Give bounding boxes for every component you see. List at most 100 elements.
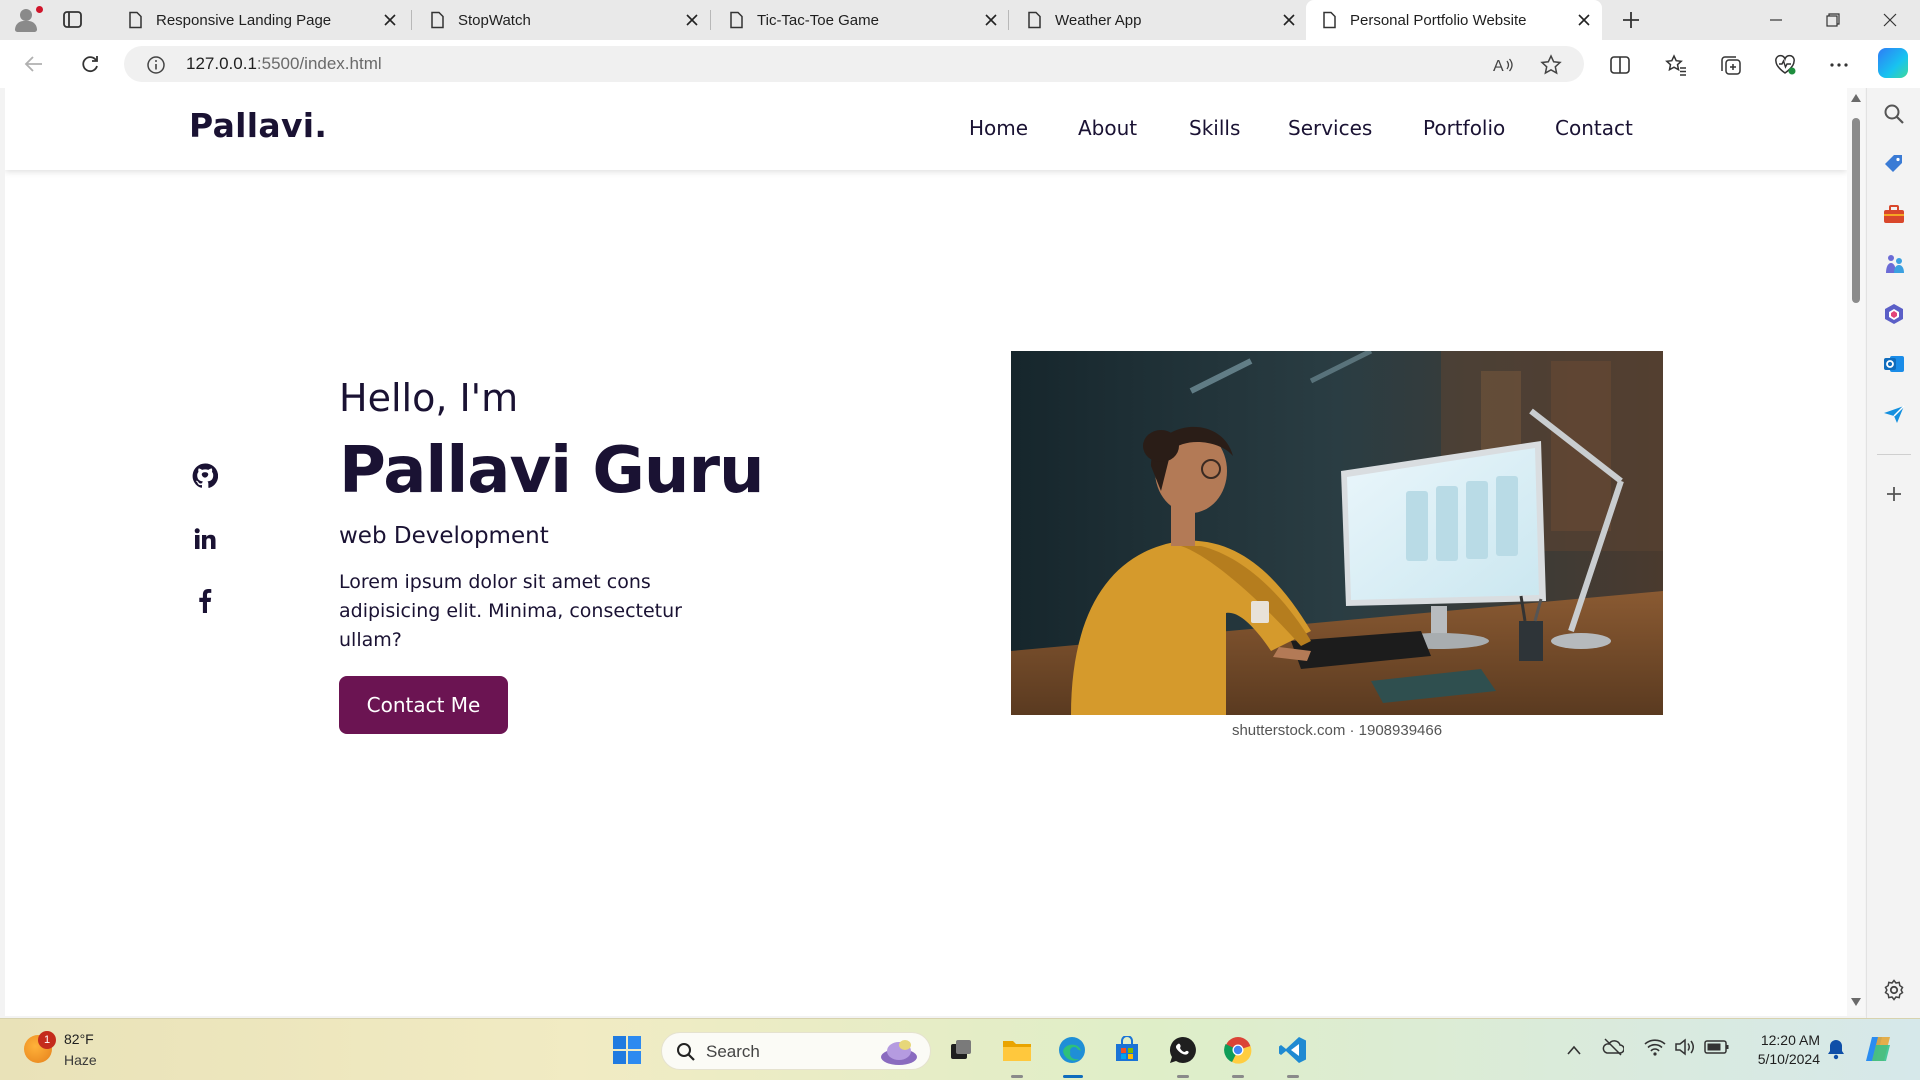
- nav-about[interactable]: About: [1078, 116, 1137, 140]
- nav-skills[interactable]: Skills: [1189, 116, 1240, 140]
- running-indicator: [1287, 1075, 1299, 1078]
- start-windows-icon[interactable]: [609, 1032, 645, 1068]
- weather-badge: 1: [38, 1031, 56, 1049]
- weather-condition[interactable]: Haze: [64, 1052, 97, 1068]
- close-window-icon[interactable]: [1862, 0, 1918, 40]
- weather-temperature[interactable]: 82°F: [64, 1031, 94, 1047]
- profile-avatar-icon[interactable]: [12, 6, 43, 34]
- copilot-preview-icon[interactable]: [1864, 1035, 1894, 1067]
- url-text[interactable]: 127.0.0.1:5500/index.html: [186, 54, 382, 74]
- volume-icon[interactable]: [1674, 1037, 1696, 1061]
- restore-icon[interactable]: [1805, 0, 1861, 40]
- taskbar-search[interactable]: Search: [661, 1032, 931, 1070]
- tab-title: Personal Portfolio Website: [1350, 11, 1527, 29]
- onedrive-offline-icon[interactable]: [1602, 1037, 1625, 1061]
- hero-description: Lorem ipsum dolor sit amet cons adipisic…: [339, 571, 682, 651]
- close-icon[interactable]: [380, 10, 400, 30]
- edge-browser-icon[interactable]: [1054, 1032, 1090, 1068]
- task-view-icon[interactable]: [943, 1032, 979, 1068]
- site-info-icon[interactable]: [146, 55, 166, 79]
- microsoft-365-icon[interactable]: [1882, 302, 1906, 326]
- refresh-icon[interactable]: [76, 50, 104, 78]
- tab-responsive-landing-page[interactable]: Responsive Landing Page: [112, 2, 408, 38]
- settings-gear-icon[interactable]: [1882, 978, 1906, 1002]
- hero-greeting: Hello, I'm: [339, 376, 519, 420]
- scrollbar-thumb[interactable]: [1852, 118, 1860, 303]
- tab-title: Tic-Tac-Toe Game: [757, 11, 879, 29]
- games-icon[interactable]: [1882, 252, 1906, 276]
- microsoft-store-icon[interactable]: [1109, 1032, 1145, 1068]
- wifi-icon[interactable]: [1644, 1037, 1666, 1061]
- tab-separator: [411, 10, 412, 30]
- running-indicator: [1177, 1075, 1189, 1078]
- collections-icon[interactable]: [1719, 53, 1743, 77]
- running-indicator: [1011, 1075, 1023, 1078]
- tab-weather-app[interactable]: Weather App: [1011, 2, 1307, 38]
- url-path: :5500/index.html: [256, 54, 382, 73]
- page-icon: [428, 11, 446, 29]
- address-bar[interactable]: 127.0.0.1:5500/index.html A: [124, 46, 1584, 82]
- shopping-tag-icon[interactable]: [1882, 152, 1906, 176]
- linkedin-icon[interactable]: [191, 525, 219, 553]
- tab-separator: [710, 10, 711, 30]
- close-icon[interactable]: [1279, 10, 1299, 30]
- search-highlight-icon: [881, 1040, 917, 1065]
- site-logo[interactable]: Pallavi.: [189, 106, 327, 145]
- running-indicator: [1232, 1075, 1244, 1078]
- browser-essentials-icon[interactable]: [1773, 53, 1797, 77]
- nav-portfolio[interactable]: Portfolio: [1423, 116, 1505, 140]
- clock-date: 5/10/2024: [1757, 1051, 1820, 1067]
- search-icon[interactable]: [1882, 102, 1906, 126]
- contact-me-button[interactable]: Contact Me: [339, 676, 508, 734]
- close-icon[interactable]: [1574, 10, 1594, 30]
- favorite-star-icon[interactable]: [1540, 54, 1562, 76]
- taskbar-search-label: Search: [706, 1042, 760, 1061]
- image-watermark: shutterstock.com · 1908939466: [1231, 722, 1443, 739]
- whatsapp-icon[interactable]: [1165, 1032, 1201, 1068]
- nav-contact[interactable]: Contact: [1555, 116, 1633, 140]
- facebook-icon[interactable]: [191, 587, 219, 615]
- split-screen-icon[interactable]: [1608, 53, 1632, 77]
- close-icon[interactable]: [682, 10, 702, 30]
- read-aloud-icon[interactable]: A: [1492, 54, 1514, 76]
- nav-home[interactable]: Home: [969, 116, 1028, 140]
- minimize-icon[interactable]: [1748, 0, 1804, 40]
- svg-text:A: A: [1493, 58, 1504, 75]
- vscode-icon[interactable]: [1275, 1032, 1311, 1068]
- nav-services[interactable]: Services: [1288, 116, 1372, 140]
- tab-title: StopWatch: [458, 11, 531, 29]
- back-icon[interactable]: [20, 50, 48, 78]
- tools-icon[interactable]: [1882, 202, 1906, 226]
- tab-personal-portfolio[interactable]: Personal Portfolio Website: [1306, 0, 1602, 40]
- notification-bell-icon[interactable]: [1826, 1038, 1846, 1064]
- battery-icon[interactable]: [1704, 1038, 1730, 1060]
- tab-title: Responsive Landing Page: [156, 11, 332, 29]
- clock-time: 12:20 AM: [1760, 1032, 1820, 1048]
- copilot-icon[interactable]: [1878, 48, 1908, 78]
- page-icon: [1320, 11, 1338, 29]
- taskbar-clock[interactable]: 12:20 AM 5/10/2024: [1742, 1031, 1820, 1069]
- outlook-icon[interactable]: [1882, 352, 1906, 376]
- scroll-up-icon[interactable]: [1851, 94, 1861, 102]
- page-icon: [727, 11, 745, 29]
- github-icon[interactable]: [191, 462, 219, 490]
- close-icon[interactable]: [981, 10, 1001, 30]
- tab-title: Weather App: [1055, 11, 1142, 29]
- tab-stopwatch[interactable]: StopWatch: [414, 2, 710, 38]
- site-header: Pallavi. Home About Skills Services Port…: [5, 88, 1847, 170]
- tab-actions-icon[interactable]: [62, 10, 84, 30]
- favorites-icon[interactable]: [1664, 53, 1688, 77]
- new-tab-icon[interactable]: [1619, 8, 1643, 32]
- page-scrollbar[interactable]: [1847, 88, 1865, 1016]
- more-options-icon[interactable]: [1827, 53, 1851, 77]
- active-indicator: [1063, 1075, 1083, 1078]
- add-icon[interactable]: [1882, 482, 1906, 506]
- tab-strip: Responsive Landing Page StopWatch Tic-Ta…: [0, 0, 1920, 40]
- tab-tic-tac-toe[interactable]: Tic-Tac-Toe Game: [713, 2, 1009, 38]
- page-icon: [126, 11, 144, 29]
- file-explorer-icon[interactable]: [999, 1032, 1035, 1068]
- send-icon[interactable]: [1882, 402, 1906, 426]
- show-hidden-icons-chevron-icon[interactable]: [1566, 1041, 1582, 1060]
- scroll-down-icon[interactable]: [1851, 998, 1861, 1006]
- chrome-icon[interactable]: [1220, 1032, 1256, 1068]
